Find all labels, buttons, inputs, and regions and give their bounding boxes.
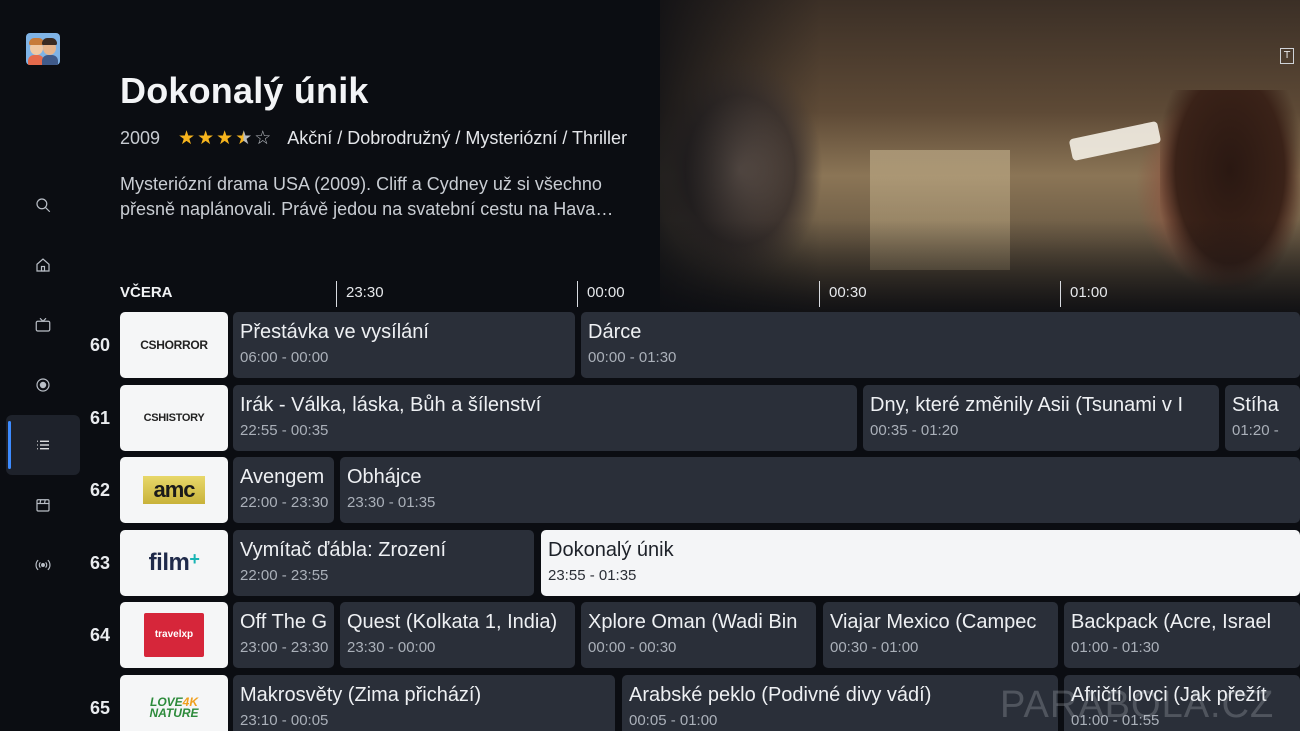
program-description: Mysteriózní drama USA (2009). Cliff a Cy… xyxy=(120,172,660,222)
timeline-day-label: VČERA xyxy=(120,284,173,301)
program-tile-title: Makrosvěty (Zima přichází) xyxy=(240,684,482,706)
channel-number: 61 xyxy=(89,408,111,428)
channel-logo-cs-history[interactable]: CSHISTORY xyxy=(120,385,228,451)
description-line: Mysteriózní drama USA (2009). Cliff a Cy… xyxy=(120,174,602,194)
program-tile-time: 06:00 - 00:00 xyxy=(240,349,329,366)
channel-number: 62 xyxy=(89,480,111,500)
channel-logo-film-plus[interactable]: film+ xyxy=(120,530,228,596)
channel-row: 61 CSHISTORY Irák - Válka, láska, Bůh a … xyxy=(0,385,1300,451)
program-year: 2009 xyxy=(120,127,161,148)
channel-row: 64 travelxp Off The G 23:00 - 23:30 Ques… xyxy=(0,602,1300,668)
channel-logo-travelxp[interactable]: travelxp xyxy=(120,602,228,668)
channel-number: 60 xyxy=(89,335,111,355)
channel-logo-text: LOVE4K NATURE xyxy=(149,695,199,720)
program-tile-time: 23:55 - 01:35 xyxy=(548,567,637,584)
program-tile[interactable]: Avengem 22:00 - 23:30 xyxy=(233,457,334,523)
program-tile-title: Arabské peklo (Podivné divy vádí) xyxy=(629,684,932,706)
program-tile-title: Dárce xyxy=(588,321,642,343)
program-tile[interactable]: Irák - Válka, láska, Bůh a šílenství 22:… xyxy=(233,385,857,451)
star-empty-icon: ☆ xyxy=(254,126,272,149)
program-meta: 2009 ★ ★ ★ ★ ☆ Akční / Dobrodružný / Mys… xyxy=(120,126,627,150)
channel-logo-text: amc xyxy=(143,476,205,504)
rating-stars: ★ ★ ★ ★ ☆ xyxy=(178,126,273,149)
program-tile[interactable]: Backpack (Acre, Israel 01:00 - 01:30 xyxy=(1064,602,1300,668)
program-title: Dokonalý únik xyxy=(120,70,369,111)
channel-row: 60 CSHORROR Přestávka ve vysílání 06:00 … xyxy=(0,312,1300,378)
program-tile[interactable]: Obhájce 23:30 - 01:35 xyxy=(340,457,1300,523)
program-tile-selected[interactable]: Dokonalý únik 23:55 - 01:35 xyxy=(541,530,1300,596)
program-tile-time: 23:30 - 01:35 xyxy=(347,494,436,511)
timeline-mark: 23:30 xyxy=(336,281,384,307)
program-tile-title: Irák - Válka, láska, Bůh a šílenství xyxy=(240,394,542,416)
program-tile[interactable]: Přestávka ve vysílání 06:00 - 00:00 xyxy=(233,312,575,378)
program-tile[interactable]: Vymítač ďábla: Zrození 22:00 - 23:55 xyxy=(233,530,534,596)
program-tile[interactable]: Off The G 23:00 - 23:30 xyxy=(233,602,334,668)
sidebar-item-home[interactable] xyxy=(6,235,80,295)
program-tile-title: Dny, které změnily Asii (Tsunami v I xyxy=(870,394,1184,416)
subtitle-badge: T xyxy=(1280,48,1294,64)
program-tile[interactable]: Stíha 01:20 - xyxy=(1225,385,1300,451)
program-tile[interactable]: Dárce 00:00 - 01:30 xyxy=(581,312,1300,378)
program-tile-title: Avengem xyxy=(240,466,325,488)
star-full-icon: ★ xyxy=(197,126,215,149)
program-tile[interactable]: Xplore Oman (Wadi Bin 00:00 - 00:30 xyxy=(581,602,816,668)
timeline-mark: 00:30 xyxy=(819,281,867,307)
program-tile-time: 22:55 - 00:35 xyxy=(240,422,329,439)
program-tile-title: Quest (Kolkata 1, India) xyxy=(347,611,558,633)
program-tile-title: Stíha xyxy=(1232,394,1279,416)
program-tile-time: 22:00 - 23:55 xyxy=(240,567,329,584)
program-tile[interactable]: Viajar Mexico (Campec 00:30 - 01:00 xyxy=(823,602,1058,668)
timeline-mark: 00:00 xyxy=(577,281,625,307)
channel-logo-text: film+ xyxy=(148,549,200,576)
channel-logo-love4k-nature[interactable]: LOVE4K NATURE xyxy=(120,675,228,731)
program-tile-time: 01:20 - xyxy=(1232,422,1279,439)
profile-avatar[interactable] xyxy=(26,33,60,65)
program-tile-title: Obhájce xyxy=(347,466,422,488)
channel-number: 64 xyxy=(89,625,111,645)
epg-timeline: VČERA 23:30 00:00 00:30 01:00 xyxy=(120,280,1300,308)
channel-logo-amc[interactable]: amc xyxy=(120,457,228,523)
timeline-mark: 01:00 xyxy=(1060,281,1108,307)
ceiling-lamp xyxy=(1068,120,1162,162)
home-icon xyxy=(36,258,50,272)
program-tile-title: Backpack (Acre, Israel xyxy=(1071,611,1272,633)
program-tile-time: 22:00 - 23:30 xyxy=(240,494,329,511)
program-tile[interactable]: Arabské peklo (Podivné divy vádí) 00:05 … xyxy=(622,675,1058,731)
program-tile[interactable]: Quest (Kolkata 1, India) 23:30 - 00:00 xyxy=(340,602,575,668)
program-tile[interactable]: Makrosvěty (Zima přichází) 23:10 - 00:05 xyxy=(233,675,615,731)
program-genres: Akční / Dobrodružný / Mysteriózní / Thri… xyxy=(287,127,628,148)
watermark: PARABOLA.CZ xyxy=(1000,684,1275,726)
program-tile-time: 00:00 - 00:30 xyxy=(588,639,677,656)
channel-number: 63 xyxy=(89,553,111,573)
program-tile[interactable]: Dny, které změnily Asii (Tsunami v I 00:… xyxy=(863,385,1219,451)
sidebar-item-search[interactable] xyxy=(6,175,80,235)
program-tile-time: 00:35 - 01:20 xyxy=(870,422,959,439)
program-tile-title: Off The G xyxy=(240,611,328,633)
program-tile-time: 23:00 - 23:30 xyxy=(240,639,329,656)
program-tile-title: Vymítač ďábla: Zrození xyxy=(240,539,447,561)
channel-logo-cs-horror[interactable]: CSHORROR xyxy=(120,312,228,378)
channel-row: 63 film+ Vymítač ďábla: Zrození 22:00 - … xyxy=(0,530,1300,596)
program-tile-time: 00:30 - 01:00 xyxy=(830,639,919,656)
channel-logo-text: travelxp xyxy=(144,613,204,657)
description-line: přesně naplánovali. Právě jedou na svate… xyxy=(120,199,614,219)
program-tile-title: Dokonalý únik xyxy=(548,539,674,561)
program-tile-time: 01:00 - 01:30 xyxy=(1071,639,1160,656)
search-icon xyxy=(36,198,51,213)
star-full-icon: ★ xyxy=(216,126,234,149)
star-half-icon: ★ xyxy=(235,126,253,149)
channel-logo-text: CSHISTORY xyxy=(143,412,205,424)
channel-number: 65 xyxy=(89,698,111,718)
program-tile-time: 23:30 - 00:00 xyxy=(347,639,436,656)
star-full-icon: ★ xyxy=(178,126,196,149)
program-tile-title: Viajar Mexico (Campec xyxy=(830,611,1037,633)
program-tile-time: 00:00 - 01:30 xyxy=(588,349,677,366)
channel-row: 62 amc Avengem 22:00 - 23:30 Obhájce 23:… xyxy=(0,457,1300,523)
channel-logo-text: CSHORROR xyxy=(140,338,208,352)
program-tile-time: 00:05 - 01:00 xyxy=(629,712,718,729)
program-tile-time: 23:10 - 00:05 xyxy=(240,712,329,729)
program-tile-title: Xplore Oman (Wadi Bin xyxy=(588,611,798,633)
program-tile-title: Přestávka ve vysílání xyxy=(240,321,429,343)
